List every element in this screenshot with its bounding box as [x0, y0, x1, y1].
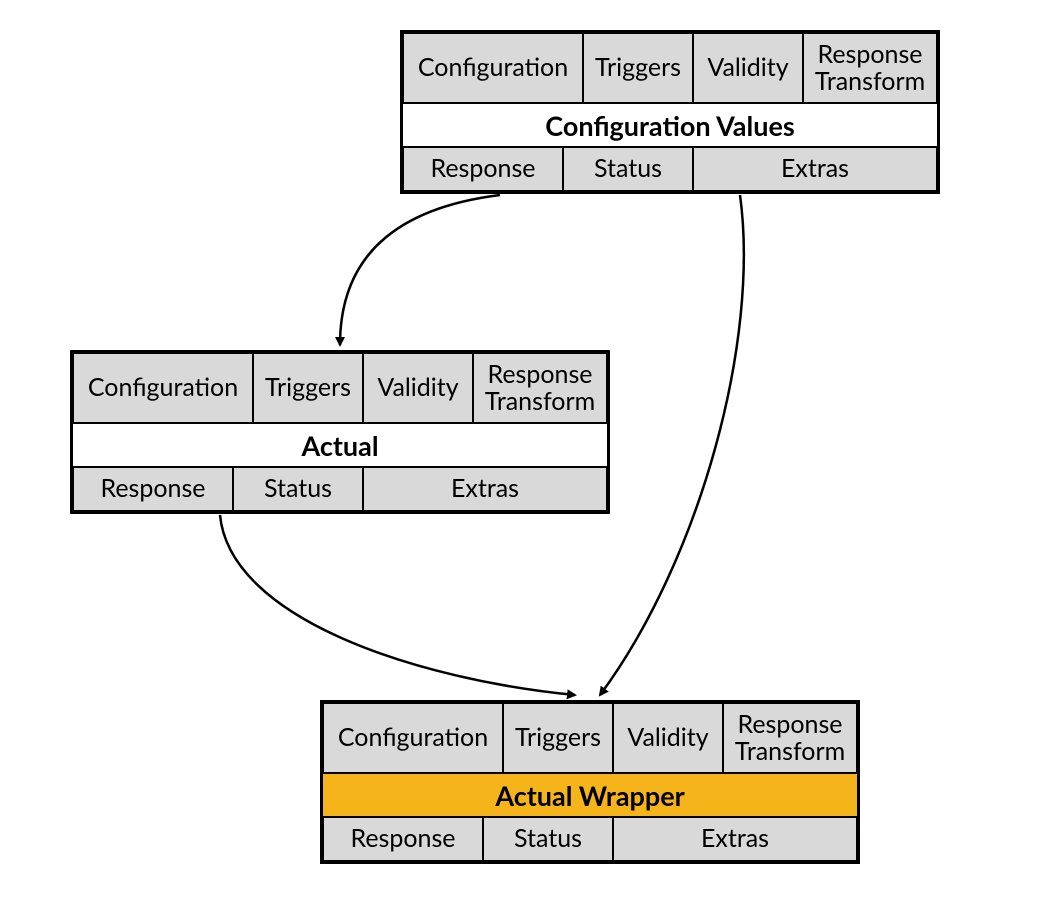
cell-status: Status — [563, 147, 693, 191]
cell-response: Response — [403, 147, 563, 191]
cell-extras: Extras — [693, 147, 937, 191]
bottom-row: Response Status Extras — [73, 467, 607, 511]
cell-status: Status — [483, 817, 613, 861]
cell-configuration: Configuration — [323, 703, 503, 773]
box-title: Configuration Values — [403, 103, 937, 147]
top-row: Configuration Triggers Validity Response… — [73, 353, 607, 423]
cell-status: Status — [233, 467, 363, 511]
cell-response-transform: Response Transform — [803, 33, 937, 103]
cell-response-transform: Response Transform — [723, 703, 857, 773]
cell-validity: Validity — [363, 353, 473, 423]
bottom-row: Response Status Extras — [323, 817, 857, 861]
box-actual-wrapper: Configuration Triggers Validity Response… — [320, 700, 860, 864]
cell-triggers: Triggers — [253, 353, 363, 423]
arrow-config-to-wrapper — [600, 195, 744, 695]
cell-triggers: Triggers — [583, 33, 693, 103]
top-row: Configuration Triggers Validity Response… — [403, 33, 937, 103]
bottom-row: Response Status Extras — [403, 147, 937, 191]
box-actual: Configuration Triggers Validity Response… — [70, 350, 610, 514]
cell-triggers: Triggers — [503, 703, 613, 773]
cell-validity: Validity — [613, 703, 723, 773]
diagram-canvas: Configuration Triggers Validity Response… — [0, 0, 1064, 920]
cell-validity: Validity — [693, 33, 803, 103]
arrow-actual-to-wrapper — [220, 515, 575, 695]
top-row: Configuration Triggers Validity Response… — [323, 703, 857, 773]
cell-extras: Extras — [363, 467, 607, 511]
cell-response: Response — [73, 467, 233, 511]
arrow-config-to-actual — [340, 195, 500, 345]
box-title: Actual — [73, 423, 607, 467]
box-title: Actual Wrapper — [323, 773, 857, 817]
cell-configuration: Configuration — [403, 33, 583, 103]
cell-response-transform: Response Transform — [473, 353, 607, 423]
cell-configuration: Configuration — [73, 353, 253, 423]
cell-response: Response — [323, 817, 483, 861]
box-configuration-values: Configuration Triggers Validity Response… — [400, 30, 940, 194]
cell-extras: Extras — [613, 817, 857, 861]
